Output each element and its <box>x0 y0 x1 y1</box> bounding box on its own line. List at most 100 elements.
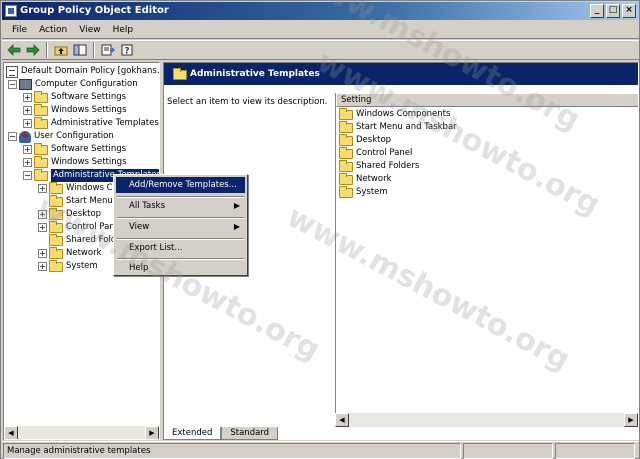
tree-item-admin-templates[interactable]: + Administrative Templates <box>23 116 159 130</box>
folder-icon <box>49 233 63 246</box>
folder-icon <box>34 116 48 129</box>
folder-icon <box>49 207 63 220</box>
folder-icon <box>49 220 63 233</box>
tree-item-network[interactable]: + Network <box>38 246 102 260</box>
submenu-arrow-icon: ▶ <box>233 201 240 210</box>
collapse-icon[interactable]: − <box>8 80 17 89</box>
list-item[interactable]: Shared Folders <box>339 159 419 173</box>
folder-icon <box>339 133 353 146</box>
scroll-right-button[interactable]: ▶ <box>145 426 159 439</box>
tab-standard[interactable]: Standard <box>221 427 279 440</box>
tree-item-system[interactable]: + System <box>38 259 98 273</box>
details-header: Administrative Templates <box>164 63 638 85</box>
status-cell-empty <box>555 443 635 459</box>
tree-item-windows-components[interactable]: + Windows Co <box>38 181 118 195</box>
status-bar: Manage administrative templates <box>2 441 639 459</box>
folder-icon <box>339 172 353 185</box>
list-item[interactable]: System <box>339 185 388 199</box>
scroll-left-button[interactable]: ◀ <box>335 413 349 427</box>
close-button[interactable]: × <box>622 4 636 18</box>
tree-item-desktop[interactable]: + Desktop <box>38 207 101 221</box>
computer-icon <box>19 79 32 90</box>
list-item[interactable]: Start Menu and Taskbar <box>339 120 457 134</box>
status-cell-empty <box>463 443 553 459</box>
menu-item-view[interactable]: View ▶ <box>116 219 245 235</box>
folder-icon <box>34 168 48 181</box>
collapse-icon[interactable]: − <box>8 132 17 141</box>
menu-view[interactable]: View <box>73 25 106 35</box>
forward-arrow-icon[interactable] <box>25 42 41 58</box>
menu-item-add-remove-templates[interactable]: Add/Remove Templates... <box>116 177 245 193</box>
expand-icon[interactable]: + <box>38 184 47 193</box>
folder-icon <box>49 181 63 194</box>
tree-user-config[interactable]: − User Configuration <box>8 130 114 143</box>
tree-item-user-windows-settings[interactable]: + Windows Settings <box>23 155 127 169</box>
tree-item-control-panel[interactable]: + Control Pan <box>38 220 115 234</box>
view-tabs: Extended Standard <box>163 427 279 440</box>
folder-icon <box>339 120 353 133</box>
list-item[interactable]: Network <box>339 172 392 186</box>
folder-icon <box>339 107 353 120</box>
toolbar: ? <box>2 40 639 60</box>
details-header-title: Administrative Templates <box>190 69 320 79</box>
menu-bar: File Action View Help <box>2 21 639 39</box>
folder-icon <box>339 159 353 172</box>
list-item[interactable]: Control Panel <box>339 146 412 160</box>
settings-list[interactable]: Setting Windows Components Start Menu an… <box>335 93 638 413</box>
tab-extended[interactable]: Extended <box>163 427 222 440</box>
column-header-setting[interactable]: Setting <box>336 93 638 107</box>
app-icon <box>5 5 17 17</box>
submenu-arrow-icon: ▶ <box>233 222 240 231</box>
folder-icon <box>339 146 353 159</box>
folder-icon <box>34 155 48 168</box>
menu-item-help[interactable]: Help <box>116 260 245 276</box>
export-list-icon[interactable] <box>100 42 116 58</box>
expand-icon[interactable]: + <box>23 158 32 167</box>
status-text: Manage administrative templates <box>3 443 461 459</box>
toolbar-separator <box>46 42 48 58</box>
title-bar: Group Policy Object Editor _ □ × <box>2 2 639 20</box>
menu-item-all-tasks[interactable]: All Tasks ▶ <box>116 198 245 214</box>
folder-icon <box>49 194 63 207</box>
folder-icon <box>34 103 48 116</box>
user-icon <box>19 130 31 143</box>
help-icon[interactable]: ? <box>119 42 135 58</box>
up-folder-icon[interactable] <box>53 42 69 58</box>
collapse-icon[interactable]: − <box>23 171 32 180</box>
toolbar-separator <box>93 42 95 58</box>
expand-icon[interactable]: + <box>23 93 32 102</box>
expand-icon[interactable]: + <box>38 249 47 258</box>
expand-icon[interactable]: + <box>38 210 47 219</box>
folder-icon <box>49 259 63 272</box>
minimize-button[interactable]: _ <box>590 4 604 18</box>
list-item[interactable]: Windows Components <box>339 107 450 121</box>
expand-icon[interactable]: + <box>23 106 32 115</box>
tree-item-start-menu[interactable]: Start Menu <box>49 194 113 208</box>
folder-icon <box>49 246 63 259</box>
tree-horizontal-scrollbar[interactable]: ◀ ▶ <box>4 426 159 439</box>
menu-help[interactable]: Help <box>107 25 140 35</box>
tree-item-shared-folders[interactable]: Shared Fold <box>49 233 116 247</box>
list-horizontal-scrollbar[interactable]: ◀ ▶ <box>335 413 638 427</box>
expand-icon[interactable]: + <box>38 223 47 232</box>
tree-computer-config[interactable]: − Computer Configuration <box>8 78 138 91</box>
expand-icon[interactable]: + <box>38 262 47 271</box>
tree-item-software-settings[interactable]: + Software Settings <box>23 90 126 104</box>
expand-icon[interactable]: + <box>23 145 32 154</box>
scroll-left-button[interactable]: ◀ <box>4 426 18 439</box>
list-item[interactable]: Desktop <box>339 133 391 147</box>
maximize-button[interactable]: □ <box>606 4 620 18</box>
menu-file[interactable]: File <box>6 25 33 35</box>
scroll-right-button[interactable]: ▶ <box>624 413 638 427</box>
back-arrow-icon[interactable] <box>6 42 22 58</box>
menu-action[interactable]: Action <box>33 25 73 35</box>
context-menu: Add/Remove Templates... All Tasks ▶ View… <box>113 174 248 276</box>
tree-item-user-software-settings[interactable]: + Software Settings <box>23 142 126 156</box>
tree-item-windows-settings[interactable]: + Windows Settings <box>23 103 127 117</box>
tree-root[interactable]: Default Domain Policy [gokhans.gokhan <box>6 65 159 78</box>
folder-icon <box>173 68 187 80</box>
show-hide-tree-icon[interactable] <box>72 42 88 58</box>
folder-icon <box>339 185 353 198</box>
expand-icon[interactable]: + <box>23 119 32 128</box>
menu-item-export-list[interactable]: Export List... <box>116 240 245 256</box>
